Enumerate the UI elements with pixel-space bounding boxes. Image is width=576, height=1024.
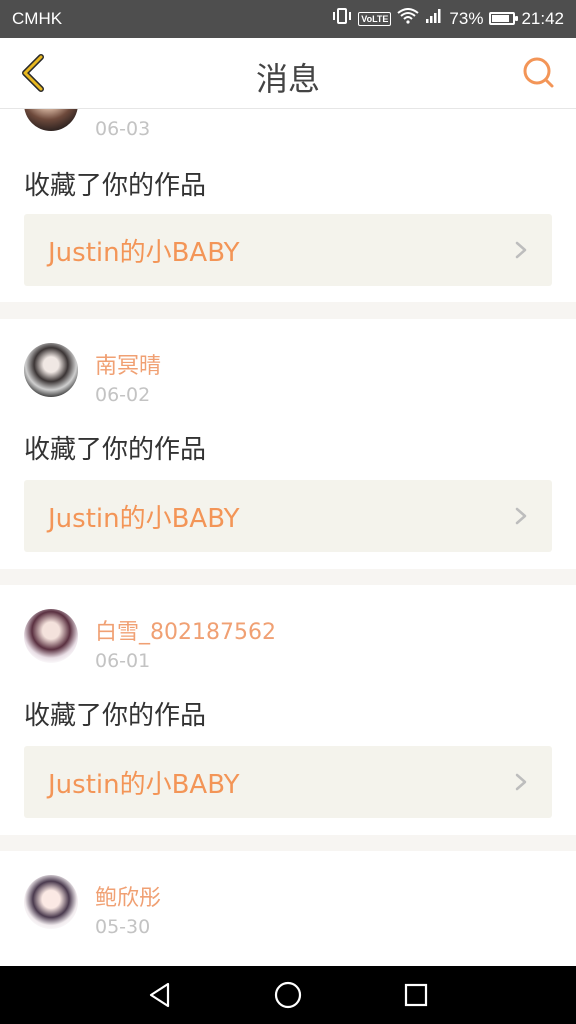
list-item: 06-03 收藏了你的作品 Justin的小BABY [0,109,576,302]
message-date: 06-02 [95,384,151,406]
app-header: 消息 [0,38,576,109]
nav-recents-icon [404,983,428,1007]
chevron-right-icon [515,507,527,525]
work-link[interactable]: Justin的小BABY [24,214,552,286]
username[interactable]: 南冥晴 [95,348,161,380]
avatar[interactable] [24,109,78,131]
status-bar: CMHK VoLTE 73% 21:42 [0,0,576,38]
system-nav-bar [0,966,576,1024]
nav-back-icon [149,982,170,1008]
search-icon [523,57,554,88]
nav-back-button[interactable] [144,979,176,1011]
signal-icon [425,8,443,29]
chevron-right-icon [515,241,527,259]
page-title: 消息 [255,60,320,98]
message-date: 06-03 [95,118,151,140]
work-link[interactable]: Justin的小BABY [24,746,552,818]
nav-recents-button[interactable] [400,979,432,1011]
avatar[interactable] [24,343,78,397]
message-action: 收藏了你的作品 [24,171,207,201]
avatar[interactable] [24,609,78,663]
list-item: 白雪_802187562 06-01 收藏了你的作品 Justin的小BABY [0,585,576,835]
message-date: 06-01 [95,650,151,672]
vibrate-icon [332,8,352,29]
battery-percent: 73% [449,8,484,28]
list-item: 南冥晴 06-02 收藏了你的作品 Justin的小BABY [0,319,576,569]
message-action: 收藏了你的作品 [24,435,207,465]
search-button[interactable] [518,52,558,92]
volte-icon: VoLTE [358,11,392,26]
username[interactable]: 鲍欣彤 [95,880,161,912]
nav-home-button[interactable] [272,979,304,1011]
avatar[interactable] [24,875,78,929]
work-link[interactable]: Justin的小BABY [24,480,552,552]
list-item: 鲍欣彤 05-30 [0,851,576,966]
carrier-name: CMHK [12,9,63,28]
work-title: Justin的小BABY [48,503,240,534]
message-list[interactable]: 06-03 收藏了你的作品 Justin的小BABY 南冥晴 06-02 收藏了… [0,109,576,966]
wifi-icon [397,8,420,29]
battery-icon [489,12,519,25]
chevron-right-icon [515,773,527,791]
nav-home-icon [274,981,302,1009]
status-icons: VoLTE 73% 21:42 [332,8,564,29]
message-action: 收藏了你的作品 [24,701,207,731]
work-title: Justin的小BABY [48,769,240,800]
username[interactable]: 白雪_802187562 [95,614,276,646]
clock-time: 21:42 [521,8,564,28]
message-date: 05-30 [95,916,151,938]
work-title: Justin的小BABY [48,237,240,268]
